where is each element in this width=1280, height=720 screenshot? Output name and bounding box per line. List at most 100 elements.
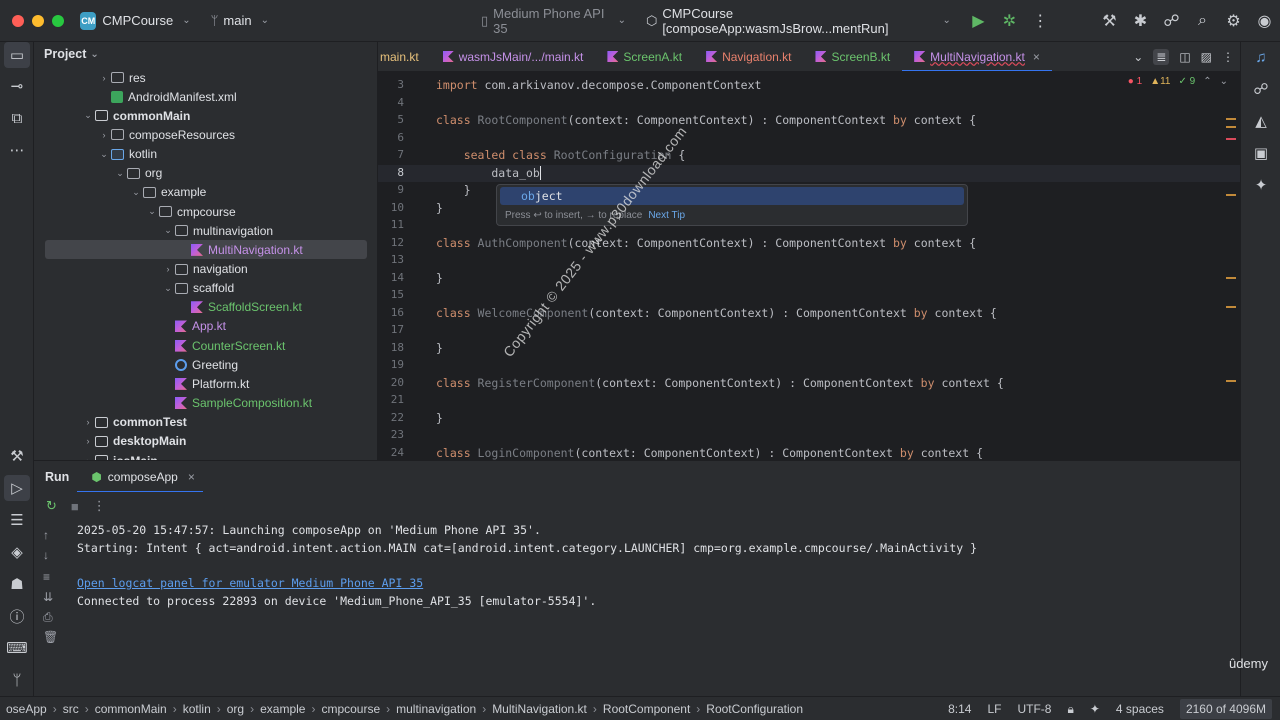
gear-icon[interactable]: ⚙ bbox=[1218, 4, 1249, 38]
soft-wrap-icon[interactable]: ≡ bbox=[43, 570, 50, 584]
tree-item[interactable]: › desktopMain bbox=[45, 432, 367, 451]
todo-icon[interactable]: ☰ bbox=[4, 507, 30, 533]
breadcrumb-item[interactable]: RootConfiguration bbox=[706, 702, 803, 716]
editor-tab[interactable]: MultiNavigation.kt × bbox=[902, 42, 1052, 71]
structure-icon[interactable]: ⧉ bbox=[4, 105, 30, 131]
completion-item[interactable]: object bbox=[500, 187, 964, 205]
close-icon[interactable]: × bbox=[188, 470, 195, 484]
breadcrumb-item[interactable]: commonMain bbox=[95, 702, 167, 716]
chevron-down-icon[interactable]: ⌄ bbox=[161, 225, 175, 236]
breadcrumb-item[interactable]: org bbox=[227, 702, 244, 716]
search-icon[interactable]: ⌕ bbox=[1187, 4, 1218, 38]
file-encoding[interactable]: UTF-8 bbox=[1017, 702, 1051, 716]
editor-tab[interactable]: main.kt bbox=[378, 42, 431, 71]
tree-item[interactable]: ⌄ scaffold bbox=[45, 279, 367, 298]
more-icon[interactable]: ⋮ bbox=[1025, 4, 1056, 38]
chevron-down-icon[interactable]: ⌄ bbox=[97, 149, 111, 160]
tree-item[interactable]: ⌄ kotlin bbox=[45, 145, 367, 164]
logcat-icon[interactable]: ☗ bbox=[4, 571, 30, 597]
lock-icon[interactable]: 🔒︎ bbox=[1067, 702, 1073, 717]
ai-assistant-icon[interactable]: ☍ bbox=[1156, 4, 1187, 38]
chevron-right-icon[interactable]: › bbox=[97, 130, 111, 140]
terminal-icon[interactable]: ⌨ bbox=[4, 635, 30, 661]
tree-item[interactable]: ScaffoldScreen.kt bbox=[45, 298, 367, 317]
more-icon[interactable]: ⋮ bbox=[93, 498, 106, 514]
next-tip-link[interactable]: Next Tip bbox=[648, 210, 685, 221]
device-mirror-icon[interactable]: ▣ bbox=[1248, 140, 1274, 166]
problems-gem-icon[interactable]: ◈ bbox=[4, 539, 30, 565]
code-editor[interactable]: 3 import com.arkivanov.decompose.Componen… bbox=[378, 72, 1240, 460]
maximize-window-button[interactable] bbox=[52, 14, 64, 27]
tree-item[interactable]: › composeResources bbox=[45, 125, 367, 144]
tree-item[interactable]: ›iosMain bbox=[45, 451, 367, 460]
memory-indicator[interactable]: 2160 of 4096M bbox=[1179, 699, 1272, 719]
chevron-right-icon[interactable]: › bbox=[97, 73, 111, 83]
tree-item[interactable]: Platform.kt bbox=[45, 374, 367, 393]
arrow-up-icon[interactable]: ↑ bbox=[43, 528, 49, 542]
ai-status-icon[interactable]: ✦ bbox=[1090, 702, 1100, 716]
more-icon[interactable]: ⋮ bbox=[1222, 50, 1234, 64]
tree-item[interactable]: MultiNavigation.kt bbox=[45, 240, 367, 260]
breadcrumb-item[interactable]: oseApp bbox=[6, 702, 47, 716]
chevron-down-icon[interactable]: ⌄ bbox=[1220, 76, 1228, 87]
account-icon[interactable]: ◉ bbox=[1249, 4, 1280, 38]
branch-selector[interactable]: ᛘ main ⌄ bbox=[211, 13, 269, 28]
print-icon[interactable]: ⎙ bbox=[43, 610, 53, 625]
more-tools-icon[interactable]: ⋯ bbox=[4, 137, 30, 163]
logcat-link[interactable]: Open logcat panel for emulator Medium Ph… bbox=[77, 576, 423, 590]
rerun-icon[interactable]: ↻ bbox=[46, 498, 57, 514]
chevron-down-icon[interactable]: ⌄ bbox=[113, 168, 127, 179]
inspection-widget[interactable]: ● 1 ▲11 ✓ 9 ⌃ ⌄ bbox=[1128, 76, 1228, 87]
tree-item[interactable]: › navigation bbox=[45, 260, 367, 279]
chevron-up-icon[interactable]: ⌃ bbox=[1203, 76, 1211, 87]
problems-icon[interactable]: ⓘ bbox=[4, 603, 30, 629]
editor-tab[interactable]: Navigation.kt bbox=[694, 42, 803, 71]
version-control-icon[interactable]: ᛘ bbox=[4, 667, 30, 693]
tree-item[interactable]: Greeting bbox=[45, 355, 367, 374]
code-view-icon[interactable]: ≣ bbox=[1153, 49, 1170, 65]
editor-tab[interactable]: ScreenA.kt bbox=[595, 42, 694, 71]
breadcrumb-item[interactable]: multinavigation bbox=[396, 702, 476, 716]
ai-sparkle-icon[interactable]: ✦ bbox=[1248, 172, 1274, 198]
breadcrumb-item[interactable]: kotlin bbox=[183, 702, 211, 716]
split-view-icon[interactable]: ◫ bbox=[1179, 50, 1190, 64]
commit-icon[interactable]: ⊸ bbox=[4, 73, 30, 99]
breadcrumb-item[interactable]: example bbox=[260, 702, 305, 716]
tree-item[interactable]: ⌄ example bbox=[45, 183, 367, 202]
close-icon[interactable]: × bbox=[1033, 50, 1040, 64]
debug-icon[interactable]: ✲ bbox=[994, 4, 1025, 38]
notifications-icon[interactable]: ♫ bbox=[1248, 44, 1274, 70]
stop-icon[interactable]: ■ bbox=[71, 499, 79, 514]
console-output[interactable]: 2025-05-20 15:47:57: Launching composeAp… bbox=[68, 520, 1240, 696]
breadcrumb-item[interactable]: MultiNavigation.kt bbox=[492, 702, 587, 716]
project-folder-icon[interactable]: ▭ bbox=[4, 42, 30, 68]
tree-item[interactable]: ⌄ multinavigation bbox=[45, 221, 367, 240]
gemini-icon[interactable]: ☍ bbox=[1248, 76, 1274, 102]
breadcrumb-item[interactable]: src bbox=[63, 702, 79, 716]
editor-tab[interactable]: ScreenB.kt bbox=[803, 42, 902, 71]
design-view-icon[interactable]: ▨ bbox=[1201, 50, 1212, 64]
trash-icon[interactable]: 🗑 bbox=[43, 630, 58, 644]
breadcrumb-item[interactable]: cmpcourse bbox=[321, 702, 380, 716]
project-selector[interactable]: CMPCourse ⌄ bbox=[102, 13, 190, 28]
tree-item[interactable]: ⌄ cmpcourse bbox=[45, 202, 367, 221]
gradle-icon[interactable]: ◭ bbox=[1248, 108, 1274, 134]
tree-item[interactable]: › res bbox=[45, 68, 367, 87]
chevron-down-icon[interactable]: ⌄ bbox=[129, 187, 143, 198]
arrow-down-icon[interactable]: ↓ bbox=[43, 548, 49, 562]
tree-item[interactable]: › commonTest bbox=[45, 413, 367, 432]
caret-position[interactable]: 8:14 bbox=[948, 702, 971, 716]
chevron-down-icon[interactable]: ⌄ bbox=[81, 110, 95, 121]
chevron-right-icon[interactable]: › bbox=[161, 264, 175, 274]
run-config-selector[interactable]: ⬡ CMPCourse [composeApp:wasmJsBrow...men… bbox=[646, 6, 951, 36]
close-window-button[interactable] bbox=[12, 14, 24, 27]
chevron-right-icon[interactable]: › bbox=[81, 417, 95, 427]
run-tab-composeapp[interactable]: ⬢ composeApp × bbox=[77, 461, 203, 493]
chevron-right-icon[interactable]: › bbox=[81, 436, 95, 446]
tree-item[interactable]: App.kt bbox=[45, 317, 367, 336]
plugins-icon[interactable]: ✱ bbox=[1125, 4, 1156, 38]
run-tool-icon[interactable]: ▷ bbox=[4, 475, 30, 501]
scroll-to-end-icon[interactable]: ⇊ bbox=[43, 590, 53, 604]
line-ending[interactable]: LF bbox=[987, 702, 1001, 716]
breadcrumb-item[interactable]: RootComponent bbox=[603, 702, 690, 716]
